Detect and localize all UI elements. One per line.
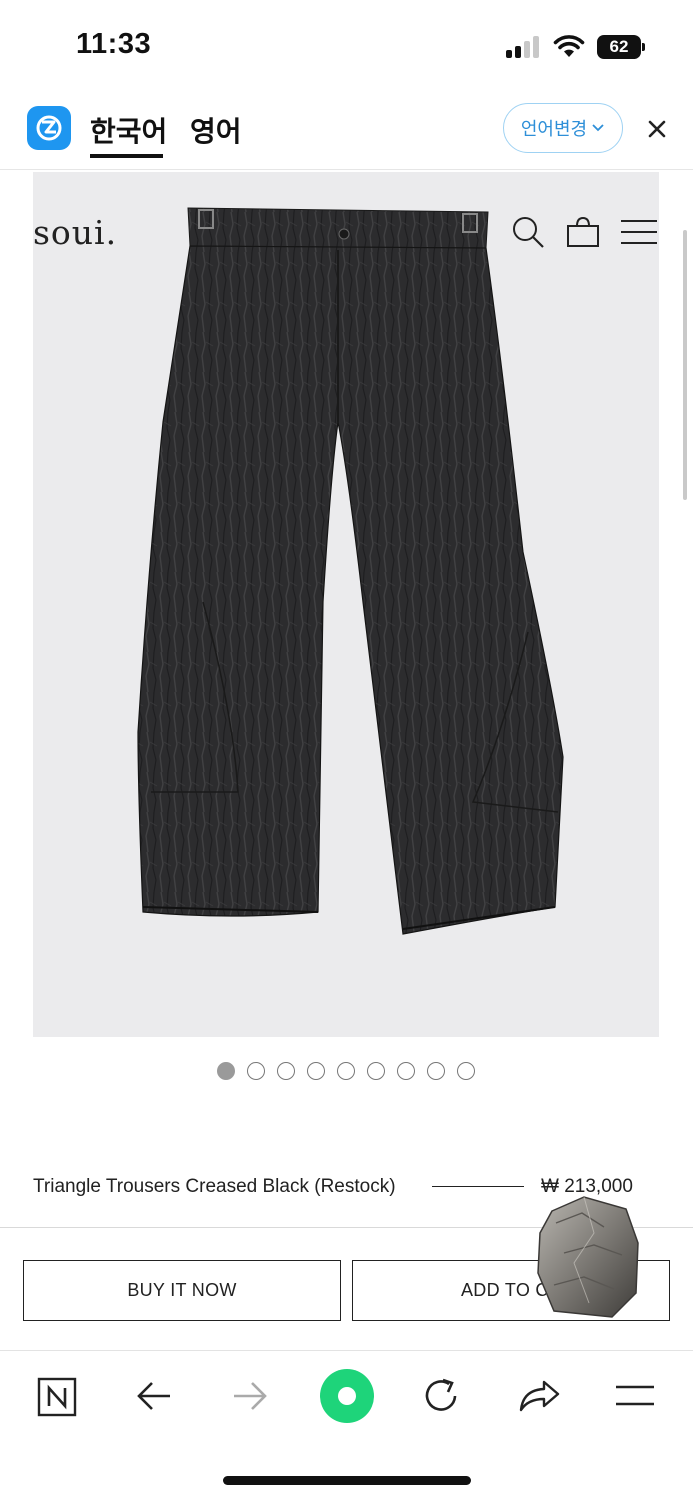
tab-korean[interactable]: 한국어 — [90, 110, 167, 150]
signal-icon — [506, 36, 542, 58]
menu-icon[interactable] — [615, 1384, 655, 1408]
papago-logo-icon[interactable] — [27, 106, 71, 150]
wifi-icon — [553, 35, 585, 57]
pager-dot[interactable] — [457, 1062, 475, 1080]
image-pager — [217, 1062, 475, 1080]
reload-icon[interactable] — [421, 1376, 463, 1418]
pager-dot[interactable] — [337, 1062, 355, 1080]
hamburger-menu-icon[interactable] — [620, 219, 658, 245]
translator-bar: 한국어 영어 언어변경 — [0, 90, 693, 170]
buy-now-button[interactable]: BUY IT NOW — [23, 1260, 341, 1321]
shopping-bag-icon[interactable] — [566, 214, 600, 248]
pager-dot[interactable] — [307, 1062, 325, 1080]
search-icon[interactable] — [510, 214, 546, 250]
active-tab-indicator — [90, 154, 163, 158]
pager-dot[interactable] — [427, 1062, 445, 1080]
pager-dot[interactable] — [217, 1062, 235, 1080]
green-dot-icon[interactable] — [319, 1368, 375, 1424]
forward-arrow-icon[interactable] — [230, 1378, 270, 1414]
tab-english[interactable]: 영어 — [190, 110, 242, 150]
naver-n-icon[interactable] — [37, 1377, 77, 1417]
battery-icon: 62 — [597, 35, 645, 59]
pager-dot[interactable] — [247, 1062, 265, 1080]
status-time: 11:33 — [76, 28, 152, 60]
brand-dot: . — [105, 213, 118, 252]
product-name: Triangle Trousers Creased Black (Restock… — [33, 1176, 396, 1197]
pager-dot[interactable] — [367, 1062, 385, 1080]
browser-toolbar — [0, 1350, 693, 1445]
home-indicator[interactable] — [223, 1476, 471, 1485]
brand-name: soui — [33, 213, 106, 252]
change-language-label: 언어변경 — [520, 119, 588, 139]
rock-sticker-icon[interactable] — [534, 1193, 642, 1319]
share-icon[interactable] — [518, 1378, 560, 1414]
page-scrollbar[interactable] — [683, 230, 687, 500]
close-icon[interactable] — [644, 116, 670, 142]
name-price-divider — [432, 1186, 524, 1187]
brand-logo[interactable]: soui. — [33, 213, 117, 252]
back-arrow-icon[interactable] — [134, 1378, 174, 1414]
pager-dot[interactable] — [397, 1062, 415, 1080]
pager-dot[interactable] — [277, 1062, 295, 1080]
product-image[interactable] — [33, 172, 659, 1037]
trousers-image — [137, 207, 564, 935]
chevron-down-icon — [592, 124, 604, 132]
change-language-button[interactable]: 언어변경 — [503, 103, 623, 153]
status-bar: 11:33 62 — [0, 0, 693, 90]
battery-level: 62 — [597, 35, 641, 59]
